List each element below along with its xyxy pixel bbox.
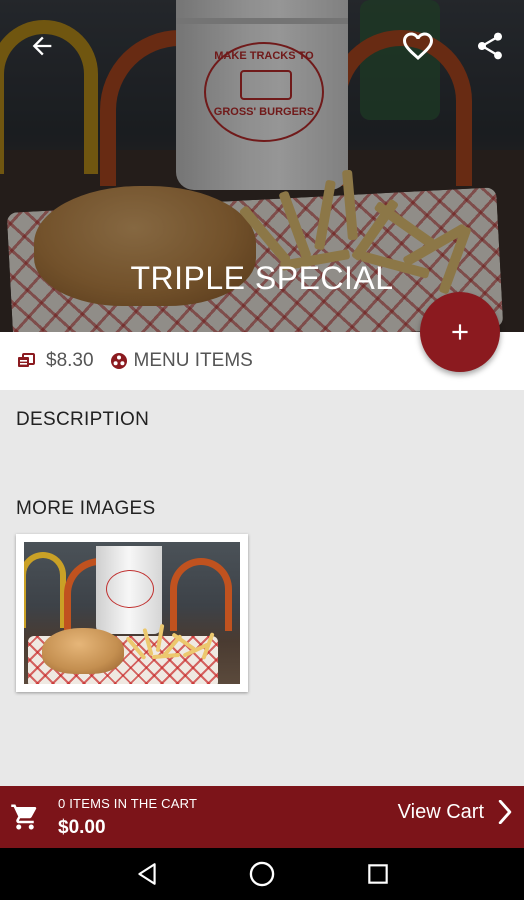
back-button[interactable] xyxy=(22,26,62,66)
circle-home-icon xyxy=(249,861,275,887)
more-image-thumbnail[interactable] xyxy=(16,534,248,692)
price-tag-icon xyxy=(16,351,36,371)
system-recents-button[interactable] xyxy=(364,860,392,888)
item-category: MENU ITEMS xyxy=(133,350,253,371)
add-to-cart-button[interactable] xyxy=(420,292,500,372)
share-icon xyxy=(478,32,502,60)
cart-bar[interactable]: 0 ITEMS IN THE CART $0.00 View Cart xyxy=(0,786,524,848)
plus-icon xyxy=(452,324,468,340)
share-button[interactable] xyxy=(470,26,510,66)
system-home-button[interactable] xyxy=(248,860,276,888)
system-nav-bar xyxy=(0,848,524,900)
triangle-back-icon xyxy=(138,863,156,885)
view-cart-label: View Cart xyxy=(397,800,484,823)
cart-total: $0.00 xyxy=(58,817,106,838)
more-images-heading: MORE IMAGES xyxy=(16,498,156,519)
description-heading: DESCRIPTION xyxy=(16,409,150,430)
item-price: $8.30 xyxy=(46,350,94,371)
view-cart-button[interactable]: View Cart xyxy=(398,800,514,824)
chevron-right-icon xyxy=(496,800,514,824)
cart-item-count: 0 ITEMS IN THE CART xyxy=(58,796,198,811)
hero-image: MAKE TRACKS TO GROSS' BURGERS TRIPLE SPE… xyxy=(0,0,524,332)
category-icon xyxy=(110,352,128,370)
system-back-button[interactable] xyxy=(133,860,161,888)
arrow-back-icon xyxy=(32,36,52,56)
square-recents-icon xyxy=(368,864,388,884)
heart-outline-icon xyxy=(403,32,433,61)
item-detail-screen: MAKE TRACKS TO GROSS' BURGERS TRIPLE SPE… xyxy=(0,0,524,900)
item-title: TRIPLE SPECIAL xyxy=(130,260,394,296)
cart-icon xyxy=(8,800,42,834)
favorite-button[interactable] xyxy=(398,26,438,66)
